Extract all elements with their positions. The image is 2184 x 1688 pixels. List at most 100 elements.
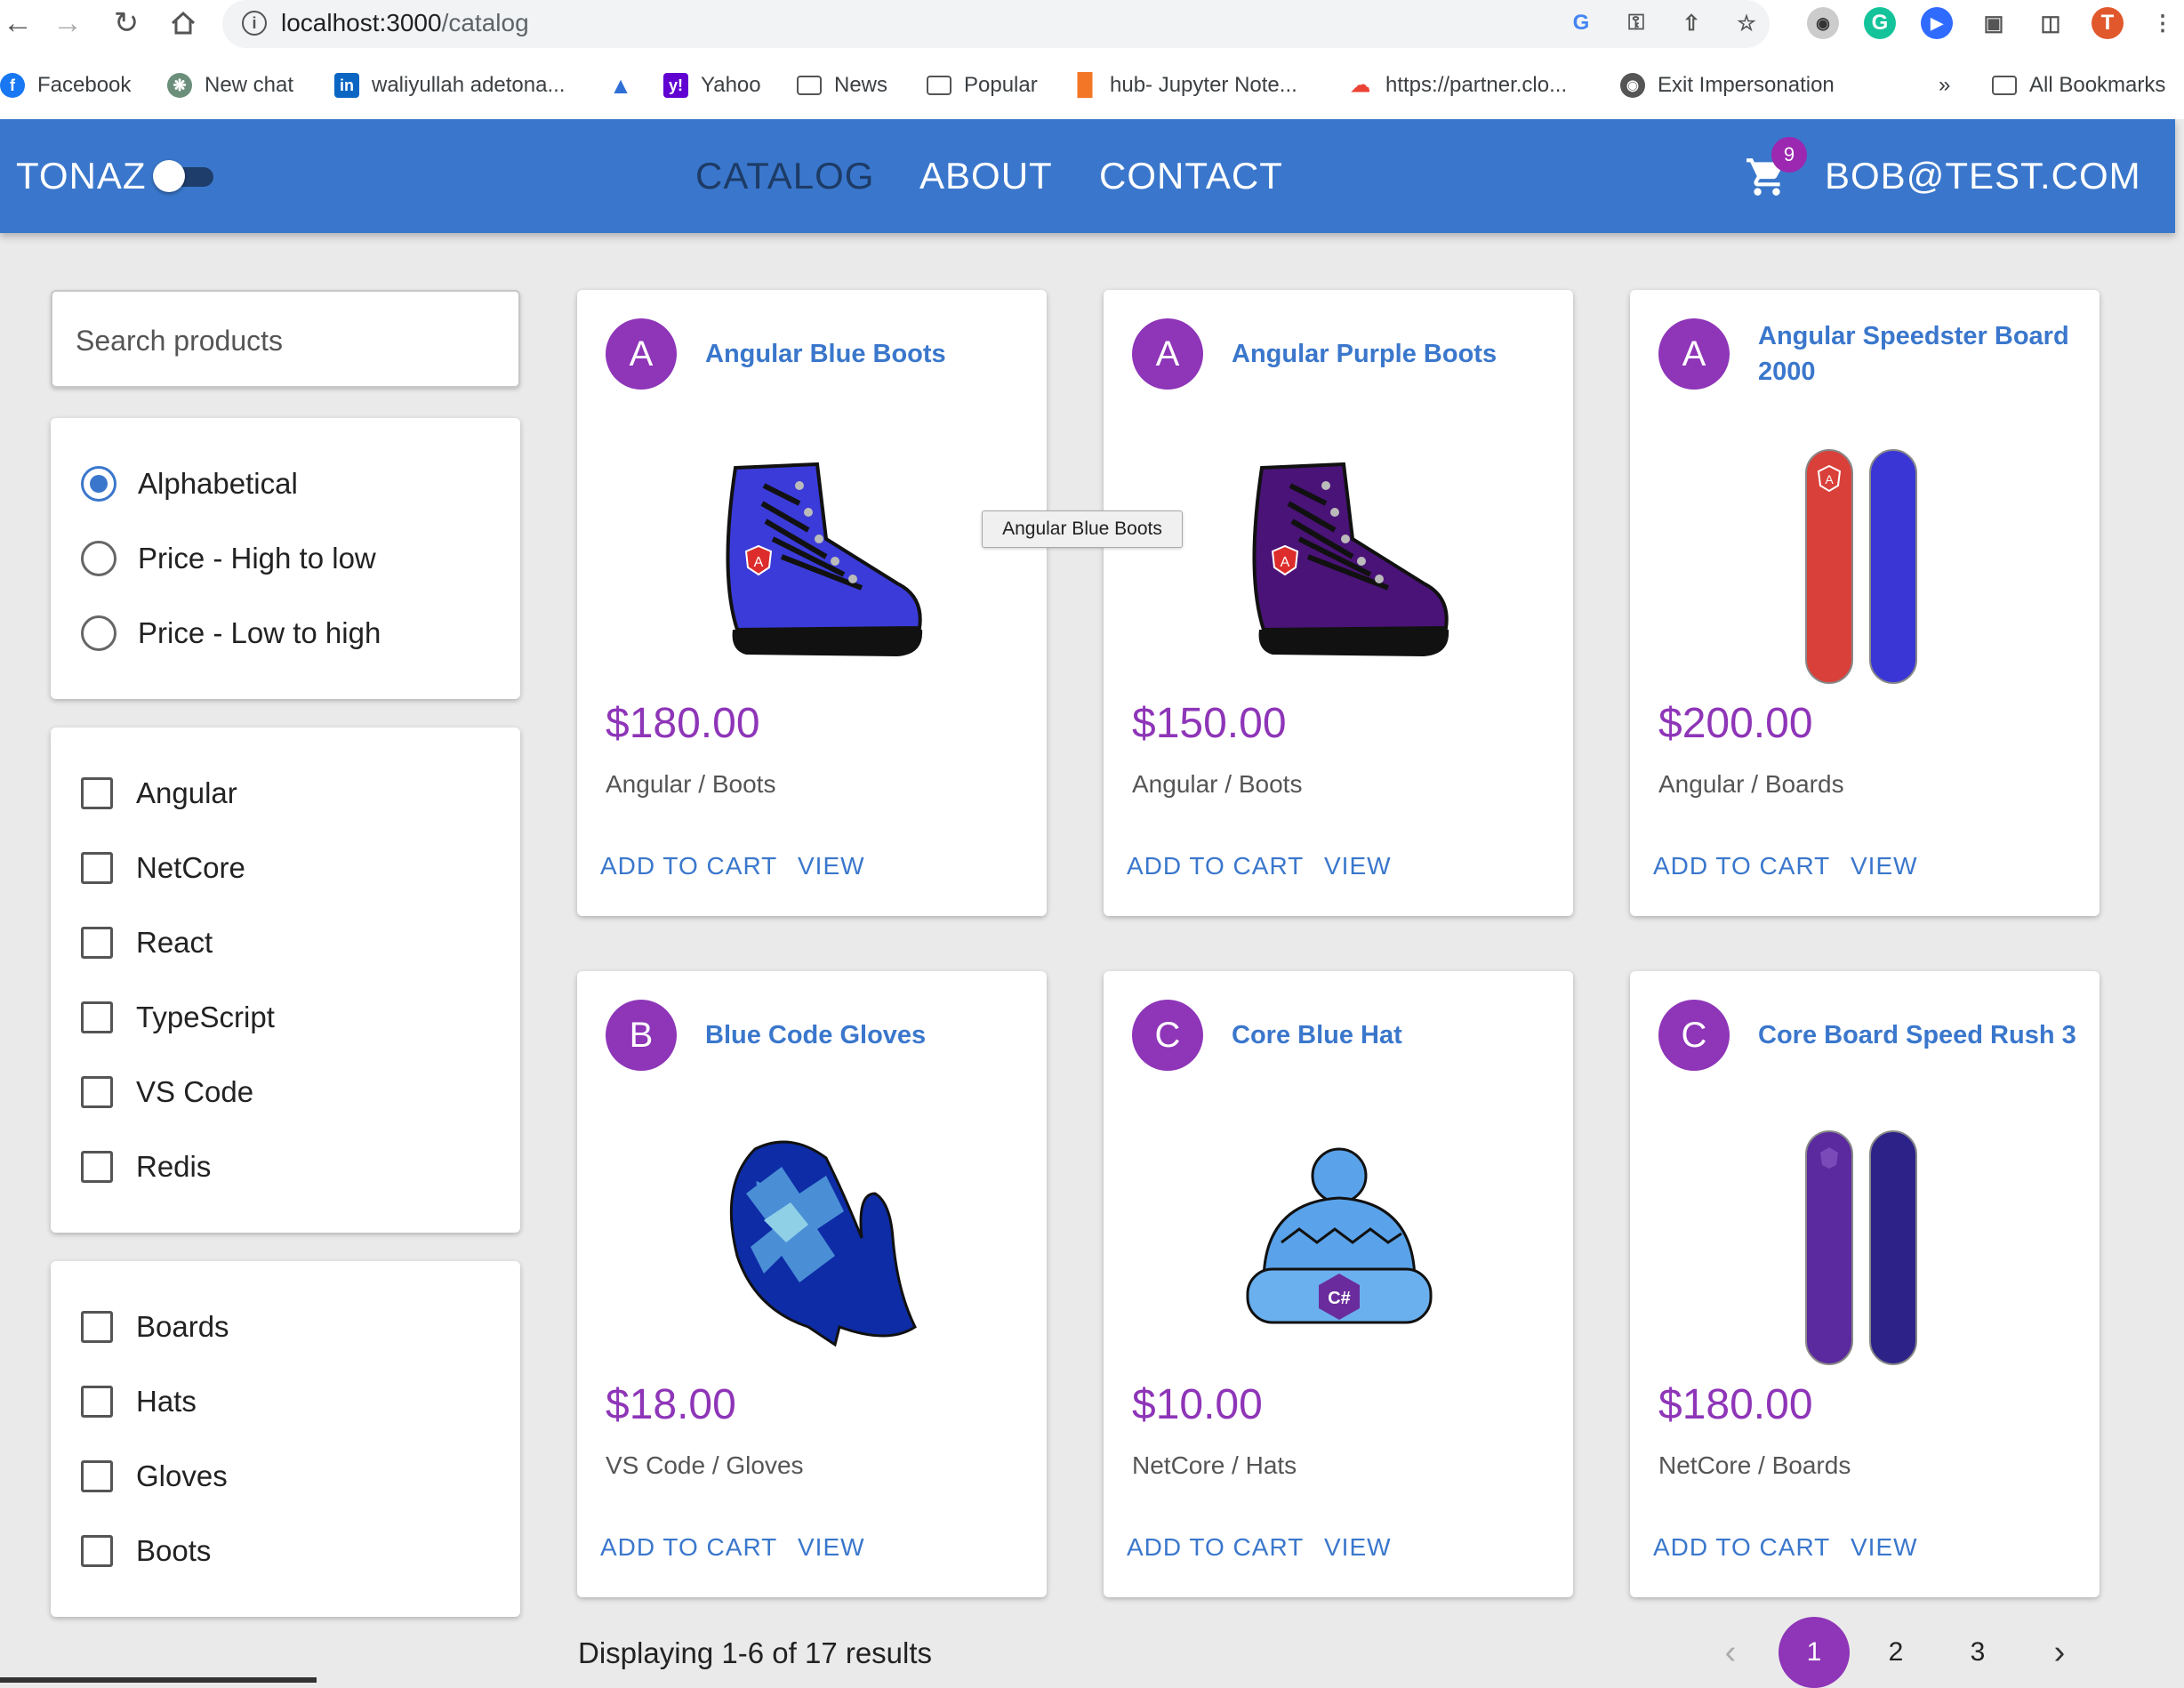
radio-unselected[interactable] (81, 615, 116, 651)
brand-filter-angular[interactable]: Angular (81, 772, 237, 815)
type-filter-hats[interactable]: Hats (81, 1380, 197, 1423)
brand-filter-typescript[interactable]: TypeScript (81, 996, 275, 1039)
menu-kebab-icon[interactable]: ⋮ (2147, 7, 2179, 39)
view-button[interactable]: VIEW (1324, 1533, 1392, 1562)
sort-price-high-low[interactable]: Price - High to low (81, 537, 376, 580)
snowboard-purple-icon[interactable] (1737, 1113, 1995, 1371)
bookmark-news[interactable]: News (797, 69, 887, 101)
checkbox[interactable] (81, 1001, 113, 1033)
bookmark-yahoo[interactable]: y! Yahoo (663, 69, 761, 101)
site-info-icon[interactable]: i (242, 11, 267, 36)
view-button[interactable]: VIEW (1851, 852, 1918, 880)
product-category: NetCore / Hats (1132, 1451, 1297, 1479)
back-arrow-icon[interactable]: ← (0, 5, 36, 41)
bookmark-partner[interactable]: ☁ https://partner.clo... (1348, 69, 1567, 101)
add-to-cart-button[interactable]: ADD TO CART (600, 852, 777, 880)
product-card: C Core Blue Hat C# $10.00 NetCore / Hats… (1104, 971, 1573, 1597)
page-button-1[interactable]: 1 (1779, 1617, 1850, 1688)
bookmark-jupyter[interactable]: ▐▌ hub- Jupyter Note... (1070, 69, 1297, 101)
mitten-blue-icon[interactable]: ≫ (684, 1113, 942, 1371)
add-to-cart-button[interactable]: ADD TO CART (1127, 852, 1304, 880)
checkbox[interactable] (81, 1151, 113, 1183)
brand-filter-netcore[interactable]: NetCore (81, 847, 245, 889)
all-bookmarks[interactable]: All Bookmarks (1992, 69, 2165, 101)
next-page-button[interactable]: › (2024, 1617, 2095, 1688)
checkbox[interactable] (81, 1386, 113, 1418)
view-button[interactable]: VIEW (798, 1533, 865, 1562)
profile-avatar[interactable]: T (2092, 7, 2124, 39)
bookmark-exit-impersonation[interactable]: ◉ Exit Impersonation (1620, 69, 1835, 101)
bookmark-popular[interactable]: Popular (927, 69, 1038, 101)
side-panel-icon[interactable]: ◫ (2035, 7, 2067, 39)
filter-label: Boots (136, 1534, 212, 1567)
product-title[interactable]: Angular Purple Boots (1232, 318, 1552, 390)
page-button-2[interactable]: 2 (1860, 1617, 1931, 1688)
checkbox[interactable] (81, 852, 113, 884)
view-button[interactable]: VIEW (1324, 852, 1392, 880)
add-to-cart-button[interactable]: ADD TO CART (600, 1533, 777, 1562)
checkbox[interactable] (81, 1311, 113, 1343)
nav-contact[interactable]: CONTACT (1099, 155, 1283, 197)
user-menu[interactable]: BOB@TEST.COM (1825, 155, 2141, 197)
brand-logo[interactable]: TONAZ (16, 155, 147, 197)
product-title[interactable]: Core Board Speed Rush 3 (1758, 1000, 2078, 1071)
view-button[interactable]: VIEW (798, 852, 865, 880)
home-icon[interactable] (165, 5, 201, 41)
bookmark-new-chat[interactable]: ❋ New chat (167, 69, 293, 101)
forward-arrow-icon[interactable]: → (50, 5, 85, 41)
brand-filter-vscode[interactable]: VS Code (81, 1071, 253, 1113)
prev-page-button[interactable]: ‹ (1695, 1617, 1766, 1688)
type-filter-boards[interactable]: Boards (81, 1306, 229, 1348)
share-icon[interactable]: ⇧ (1675, 7, 1707, 39)
bookmark-facebook[interactable]: f Facebook (0, 69, 131, 101)
grammarly-icon[interactable]: G (1864, 7, 1896, 39)
checkbox[interactable] (81, 1076, 113, 1108)
product-title[interactable]: Blue Code Gloves (705, 1000, 1025, 1071)
add-to-cart-button[interactable]: ADD TO CART (1653, 852, 1830, 880)
horizontal-scrollbar[interactable] (0, 1677, 317, 1683)
add-to-cart-button[interactable]: ADD TO CART (1127, 1533, 1304, 1562)
product-title[interactable]: Angular Blue Boots (705, 318, 1025, 390)
add-to-cart-button[interactable]: ADD TO CART (1653, 1533, 1830, 1562)
boot-purple-icon[interactable]: A (1210, 432, 1468, 690)
product-title[interactable]: Core Blue Hat (1232, 1000, 1552, 1071)
star-icon[interactable]: ☆ (1730, 7, 1762, 39)
extensions-puzzle-icon[interactable]: ▣ (1978, 7, 2010, 39)
boot-blue-icon[interactable]: A (684, 432, 942, 690)
extension-owl-icon[interactable]: ◉ (1807, 7, 1839, 39)
facebook-icon: f (0, 73, 25, 98)
checkbox[interactable] (81, 1535, 113, 1567)
beanie-blue-icon[interactable]: C# (1210, 1113, 1468, 1371)
sort-label: Price - High to low (138, 542, 376, 575)
extension-blue-icon[interactable]: ▶ (1921, 7, 1953, 39)
bookmark-linkedin[interactable]: in waliyullah adetona... (334, 69, 565, 101)
product-card: B Blue Code Gloves ≫ $18.00 VS Code / Gl… (577, 971, 1047, 1597)
checkbox[interactable] (81, 927, 113, 959)
nav-about[interactable]: ABOUT (919, 155, 1053, 197)
url-text[interactable]: localhost:3000/catalog (281, 9, 529, 37)
product-title[interactable]: Angular Speedster Board 2000 (1758, 318, 2078, 390)
reload-icon[interactable]: ↻ (108, 5, 144, 41)
radio-unselected[interactable] (81, 541, 116, 576)
checkbox[interactable] (81, 777, 113, 809)
google-icon[interactable]: G (1565, 7, 1597, 39)
type-filter-boots[interactable]: Boots (81, 1530, 211, 1572)
brand-filter-redis[interactable]: Redis (81, 1145, 211, 1188)
sort-alphabetical[interactable]: Alphabetical (81, 462, 298, 505)
radio-selected[interactable] (81, 466, 116, 502)
bookmark-azure[interactable]: ▲ (608, 69, 646, 101)
address-bar[interactable]: i localhost:3000/catalog G ⚿ ⇧ ☆ (222, 0, 1770, 48)
snowboard-red-blue-icon[interactable]: A (1737, 432, 1995, 690)
search-box (51, 290, 520, 388)
search-input[interactable] (76, 318, 494, 363)
sort-price-low-high[interactable]: Price - Low to high (81, 612, 381, 655)
theme-toggle[interactable] (153, 160, 217, 192)
page-button-3[interactable]: 3 (1942, 1617, 2013, 1688)
more-bookmarks-button[interactable]: » (1939, 69, 1950, 101)
checkbox[interactable] (81, 1460, 113, 1492)
key-icon[interactable]: ⚿ (1620, 7, 1652, 39)
type-filter-gloves[interactable]: Gloves (81, 1455, 228, 1498)
nav-catalog[interactable]: CATALOG (695, 155, 874, 197)
brand-filter-react[interactable]: React (81, 921, 213, 964)
view-button[interactable]: VIEW (1851, 1533, 1918, 1562)
